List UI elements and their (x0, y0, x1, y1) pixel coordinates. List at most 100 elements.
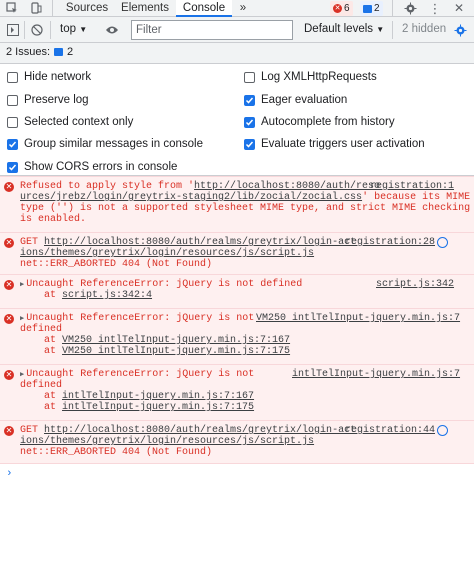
error-count-badge[interactable]: ✕ 6 (330, 1, 353, 16)
close-icon[interactable]: ✕ (452, 0, 466, 16)
settings-gear-icon[interactable] (402, 0, 418, 16)
stack-at: at (44, 290, 63, 301)
expand-triangle-icon[interactable]: ▶ (20, 281, 24, 289)
checkmark-icon (245, 119, 254, 126)
message-text: net::ERR_ABORTED 404 (Not Found) (20, 447, 213, 458)
message-line: GET http://localhost:8080/auth/realms/gr… (20, 425, 356, 436)
error-icon: ✕ (333, 4, 342, 13)
request-method: GET (20, 237, 45, 248)
message-link[interactable]: ions/themes/greytrix/login/resources/js/… (20, 436, 314, 447)
option-label: Selected context only (24, 116, 134, 128)
divider (50, 21, 51, 39)
message-source-link[interactable]: VM250 intlTelInput-jquery.min.js:7 (256, 313, 460, 324)
option-eager-evaluation[interactable]: Eager evaluation (244, 93, 347, 107)
message-link[interactable]: http://localhost:8080/auth/realms/greytr… (44, 425, 356, 436)
console-settings-gear-icon[interactable] (452, 22, 468, 38)
message-text: defined (20, 380, 63, 391)
option-hide-network[interactable]: Hide network (7, 70, 91, 84)
checkbox-checked[interactable] (244, 94, 255, 106)
option-log-xmlhttprequests[interactable]: Log XMLHttpRequests (244, 70, 377, 84)
stack-link[interactable]: VM250 intlTelInput-jquery.min.js:7:175 (62, 346, 290, 357)
message-line: urces/jrebz/login/greytrix-staging2/lib/… (20, 192, 470, 203)
stack-frame: at intlTelInput-jquery.min.js:7:167 (44, 391, 254, 402)
log-levels-label: Default levels (304, 23, 374, 35)
option-selected-context-only[interactable]: Selected context only (7, 115, 133, 129)
expand-triangle-icon[interactable]: ▶ (20, 315, 24, 323)
checkbox[interactable] (7, 71, 18, 83)
message-text: Refused to apply style from ' (20, 181, 195, 192)
more-tabs-button[interactable]: » (236, 0, 250, 17)
option-label: Preserve log (24, 94, 89, 106)
option-group-similar[interactable]: Group similar messages in console (7, 137, 203, 151)
tab-console[interactable]: Console (176, 0, 232, 17)
error-icon: ✕ (4, 238, 14, 248)
message-link[interactable]: ions/themes/greytrix/login/resources/js/… (20, 248, 314, 259)
checkbox-checked[interactable] (7, 161, 18, 173)
option-show-cors-errors[interactable]: Show CORS errors in console (7, 160, 177, 174)
clear-console-icon[interactable] (30, 22, 44, 38)
message-text: type ('') is not a supported stylesheet … (20, 203, 471, 214)
message-text: Uncaught ReferenceError: jQuery is not d… (26, 279, 303, 290)
sidebar-toggle-icon[interactable] (6, 22, 20, 38)
message-source-link[interactable]: registration:28 (345, 237, 435, 248)
checkbox-checked[interactable] (244, 138, 255, 150)
stack-link[interactable]: VM250 intlTelInput-jquery.min.js:7:167 (62, 335, 290, 346)
option-label: Show CORS errors in console (24, 161, 178, 173)
option-label: Eager evaluation (261, 94, 348, 106)
checkbox-checked[interactable] (244, 116, 255, 128)
message-link[interactable]: http://localhost:8080/auth/reso (194, 181, 380, 192)
message-link[interactable]: http://localhost:8080/auth/realms/greytr… (44, 237, 356, 248)
checkbox[interactable] (7, 94, 18, 106)
request-method: GET (20, 425, 45, 436)
chevron-down-icon: ▼ (376, 25, 385, 34)
message-link[interactable]: urces/jrebz/login/greytrix-staging2/lib/… (20, 192, 362, 203)
message-text: defined (20, 324, 63, 335)
inspect-element-icon[interactable] (4, 0, 20, 16)
option-autocomplete-history[interactable]: Autocomplete from history (244, 115, 395, 129)
filter-input[interactable] (131, 20, 293, 40)
tab-sources[interactable]: Sources (60, 0, 114, 17)
tab-elements[interactable]: Elements (116, 0, 174, 17)
more-options-icon[interactable]: ⋮ (428, 0, 442, 16)
divider (392, 21, 393, 39)
console-error-message: ✕ GET http://localhost:8080/auth/realms/… (0, 232, 474, 274)
error-icon: ✕ (4, 370, 14, 380)
issues-label: 2 Issues: (6, 46, 51, 58)
checkbox-checked[interactable] (7, 138, 18, 150)
issue-count: 2 (374, 3, 380, 14)
stack-link[interactable]: intlTelInput-jquery.min.js:7:175 (62, 402, 254, 413)
message-source-link[interactable]: registration:1 (370, 181, 454, 192)
expand-triangle-icon[interactable]: ▶ (20, 371, 24, 379)
issue-icon (363, 4, 372, 13)
option-label: Evaluate triggers user activation (261, 138, 425, 150)
hidden-messages-count: 2 hidden (402, 23, 447, 35)
issue-count-badge[interactable]: 2 (360, 1, 383, 16)
live-expression-eye-icon[interactable] (104, 22, 120, 38)
network-request-icon[interactable] (437, 425, 448, 436)
message-source-link[interactable]: registration:44 (345, 425, 435, 436)
context-selector[interactable]: top ▼ (60, 23, 87, 35)
checkbox[interactable] (7, 116, 18, 128)
issues-count: 2 (67, 46, 74, 58)
divider (392, 0, 393, 17)
option-preserve-log[interactable]: Preserve log (7, 93, 89, 107)
device-toggle-icon[interactable] (28, 0, 44, 16)
devtools-tab-bar: Sources Elements Console » ✕ 6 2 ⋮ ✕ (0, 0, 474, 17)
checkbox[interactable] (244, 71, 255, 83)
network-request-icon[interactable] (437, 237, 448, 248)
message-source-link[interactable]: intlTelInput-jquery.min.js:7 (292, 369, 460, 380)
option-label: Group similar messages in console (24, 138, 203, 150)
console-prompt-caret[interactable]: › (6, 469, 13, 480)
error-icon: ✕ (4, 426, 14, 436)
option-label: Hide network (24, 71, 92, 83)
stack-frame: at script.js:342:4 (44, 290, 152, 301)
option-evaluate-triggers[interactable]: Evaluate triggers user activation (244, 137, 425, 151)
stack-at: at (44, 346, 63, 357)
log-levels-dropdown[interactable]: Default levels ▼ (304, 23, 384, 35)
message-text: Uncaught ReferenceError: jQuery is not (26, 369, 255, 380)
issues-button[interactable]: 2 Issues: 2 (6, 46, 73, 58)
message-source-link[interactable]: script.js:342 (376, 279, 454, 290)
stack-link[interactable]: intlTelInput-jquery.min.js:7:167 (62, 391, 254, 402)
stack-link[interactable]: script.js:342:4 (62, 290, 152, 301)
error-count: 6 (344, 3, 350, 14)
